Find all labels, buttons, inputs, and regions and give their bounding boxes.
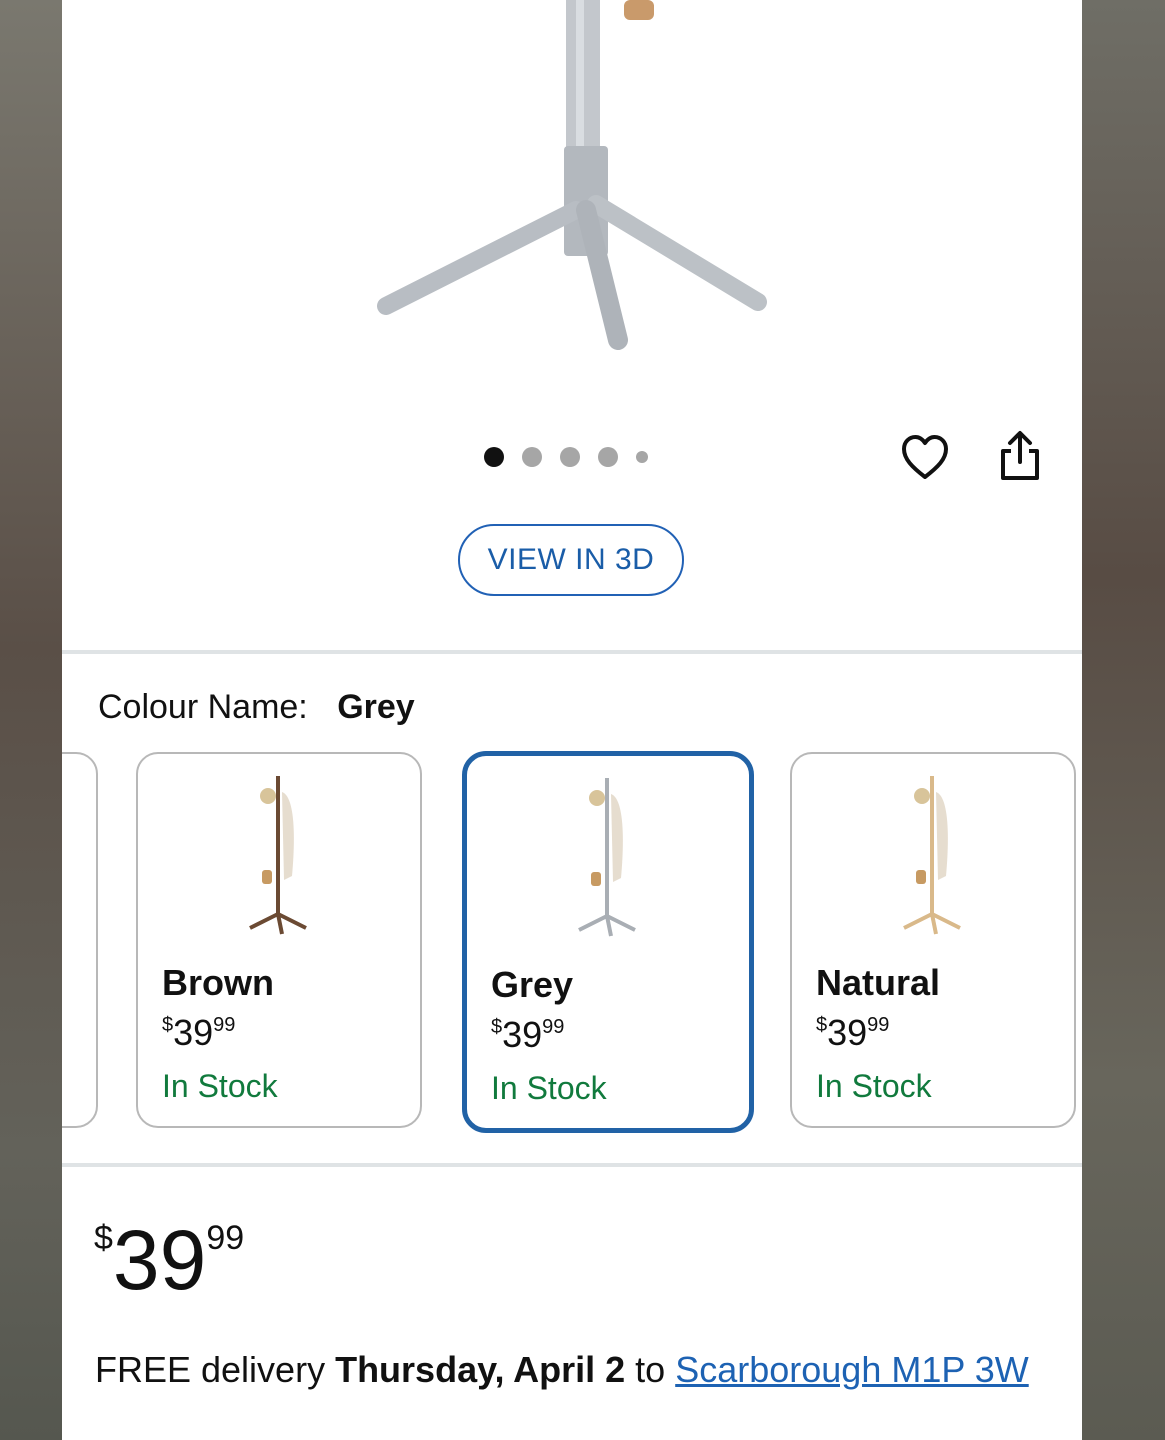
product-card: VIEW IN 3D Colour Name: Grey Brown $3999… [62,0,1082,1440]
swatch-price: $3999 [816,1012,889,1054]
pagination-dot[interactable] [598,447,618,467]
share-icon [1001,431,1039,480]
swatch-thumbnail [578,778,636,937]
price-cents: 99 [542,1016,565,1038]
colour-name-label: Colour Name: [98,688,308,726]
view-in-3d-button[interactable]: VIEW IN 3D [458,524,684,596]
price-whole: 39 [173,1012,214,1053]
swatch-price: $3999 [162,1012,235,1054]
section-divider [62,1163,1082,1167]
background-left [0,0,62,1440]
wishlist-button[interactable] [898,430,952,484]
background-right [1082,0,1165,1440]
swatch-stock-status: In Stock [162,1068,278,1104]
price-whole: 39 [112,1213,207,1307]
delivery-info: FREE delivery Thursday, April 2 to Scarb… [95,1346,1035,1394]
share-button[interactable] [992,428,1048,484]
colour-name-row: Colour Name: Grey [98,688,415,727]
price-cents: 99 [867,1014,890,1036]
swatch-stock-status: In Stock [816,1068,932,1104]
delivery-prefix: FREE delivery [95,1349,326,1390]
pagination-dot[interactable] [560,447,580,467]
price-cents: 99 [206,1219,245,1257]
swatch-grey[interactable]: Grey $3999 In Stock [462,751,754,1133]
swatch-name: Grey [491,964,574,1005]
section-divider [62,650,1082,654]
currency-symbol: $ [94,1219,113,1257]
swatch-name: Natural [816,962,941,1003]
swatch-natural[interactable]: Natural $3999 In Stock [790,752,1076,1128]
image-pagination[interactable] [484,446,648,468]
heart-outline-icon [902,435,948,479]
swatch-thumbnail [903,776,961,935]
swatch-stock-status: In Stock [491,1070,607,1106]
currency-symbol: $ [816,1014,828,1036]
price-cents: 99 [213,1014,236,1036]
currency-symbol: $ [491,1016,503,1038]
pagination-dot[interactable] [636,451,648,463]
currency-symbol: $ [162,1014,174,1036]
delivery-to: to [635,1349,666,1390]
price-whole: 39 [827,1012,868,1053]
delivery-location-link[interactable]: Scarborough M1P 3W [675,1349,1029,1390]
swatch-price: $3999 [491,1014,564,1056]
swatch-name: Brown [162,962,274,1003]
product-main-image[interactable] [362,0,782,360]
swatch-brown[interactable]: Brown $3999 In Stock [136,752,422,1128]
swatch-partial[interactable] [62,752,98,1128]
pagination-dot[interactable] [522,447,542,467]
colour-name-value: Grey [337,688,415,726]
product-price: $3999 [94,1212,244,1309]
delivery-date: Thursday, April 2 [335,1349,626,1390]
price-whole: 39 [502,1014,543,1055]
pagination-dot[interactable] [484,447,504,467]
swatch-thumbnail [249,776,307,935]
